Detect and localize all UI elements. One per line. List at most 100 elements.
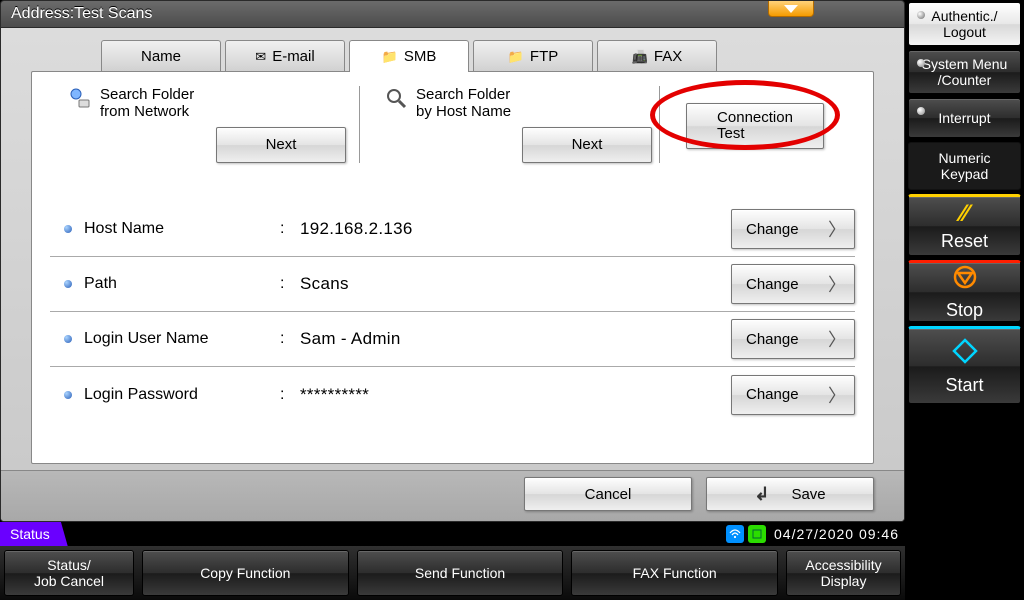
connection-test-button[interactable]: Connection Test bbox=[686, 103, 824, 149]
colon: : bbox=[280, 330, 300, 348]
tab-name[interactable]: Name bbox=[101, 40, 221, 72]
cancel-button[interactable]: Cancel bbox=[524, 477, 692, 511]
right-sidebar: Authentic./ Logout System Menu /Counter … bbox=[905, 0, 1024, 600]
start-icon bbox=[951, 337, 979, 372]
button-label: Change bbox=[746, 276, 799, 293]
chevron-right-icon: 〉 bbox=[828, 382, 846, 408]
search-network-next-button[interactable]: Next bbox=[216, 127, 346, 163]
system-menu-button[interactable]: System Menu /Counter bbox=[908, 50, 1021, 94]
status-bar: Status 04/27/2020 09:46 bbox=[0, 522, 905, 546]
search-by-host: Search Folder by Host Name Next bbox=[360, 86, 660, 163]
button-label: Interrupt bbox=[938, 110, 990, 126]
field-login-user: Login User Name : Sam - Admin Change〉 bbox=[50, 312, 855, 367]
chevron-right-icon: 〉 bbox=[828, 216, 846, 242]
start-button[interactable]: Start bbox=[908, 326, 1021, 404]
bullet-icon bbox=[64, 391, 72, 399]
field-label: Path bbox=[84, 275, 280, 293]
tab-email[interactable]: ✉ E-mail bbox=[225, 40, 345, 72]
auth-logout-button[interactable]: Authentic./ Logout bbox=[908, 2, 1021, 46]
button-label: Change bbox=[746, 221, 799, 238]
tab-fax[interactable]: 📠 FAX bbox=[597, 40, 717, 72]
field-value: Sam - Admin bbox=[300, 329, 731, 349]
search-host-next-button[interactable]: Next bbox=[522, 127, 652, 163]
tab-label: FTP bbox=[530, 48, 558, 65]
tab-label: FAX bbox=[654, 48, 682, 65]
button-label: Start bbox=[945, 375, 983, 396]
bullet-icon bbox=[64, 335, 72, 343]
search-network-label: Search Folder from Network bbox=[100, 86, 194, 121]
search-host-label: Search Folder by Host Name bbox=[416, 86, 511, 121]
accessibility-button[interactable]: Accessibility Display bbox=[786, 550, 901, 596]
return-icon: ↲ bbox=[754, 484, 769, 505]
copy-function-button[interactable]: Copy Function bbox=[142, 550, 349, 596]
connection-test-block: Connection Test bbox=[660, 86, 824, 166]
status-datetime: 04/27/2020 09:46 bbox=[774, 526, 899, 542]
dropdown-handle[interactable] bbox=[768, 1, 814, 17]
led-icon bbox=[917, 59, 925, 67]
status-job-cancel-button[interactable]: Status/ Job Cancel bbox=[4, 550, 134, 596]
search-from-network: Search Folder from Network Next bbox=[50, 86, 360, 163]
button-label: Status/ Job Cancel bbox=[34, 557, 104, 589]
stop-icon bbox=[952, 264, 978, 297]
send-function-button[interactable]: Send Function bbox=[357, 550, 564, 596]
button-label: Send Function bbox=[415, 565, 505, 581]
field-label: Login Password bbox=[84, 386, 280, 404]
tab-ftp[interactable]: 📁FTP bbox=[473, 40, 593, 72]
button-label: Next bbox=[266, 136, 297, 153]
button-label: Connection Test bbox=[717, 110, 793, 143]
chevron-down-icon bbox=[784, 5, 798, 13]
status-tag[interactable]: Status bbox=[0, 522, 68, 546]
field-value: 192.168.2.136 bbox=[300, 219, 731, 239]
mail-icon: ✉ bbox=[255, 49, 266, 65]
memory-icon bbox=[748, 525, 766, 543]
tab-label: SMB bbox=[404, 48, 437, 65]
field-value: ********** bbox=[300, 385, 731, 405]
titlebar: Address:Test Scans bbox=[0, 0, 905, 28]
colon: : bbox=[280, 220, 300, 238]
stop-button[interactable]: Stop bbox=[908, 260, 1021, 322]
button-label: Change bbox=[746, 386, 799, 403]
field-list: Host Name : 192.168.2.136 Change 〉 Path :… bbox=[50, 202, 855, 422]
button-label: Numeric Keypad bbox=[938, 150, 990, 182]
chevron-right-icon: 〉 bbox=[828, 271, 846, 297]
folder-icon: 📁 bbox=[382, 49, 398, 65]
save-button[interactable]: ↲Save bbox=[706, 477, 874, 511]
footer-buttons: Cancel ↲Save bbox=[1, 470, 904, 521]
search-icon bbox=[384, 86, 408, 110]
wifi-icon bbox=[726, 525, 744, 543]
colon: : bbox=[280, 275, 300, 293]
bullet-icon bbox=[64, 225, 72, 233]
led-icon bbox=[917, 11, 925, 19]
tab-smb[interactable]: 📁 SMB bbox=[349, 40, 469, 72]
function-bar: Status/ Job Cancel Copy Function Send Fu… bbox=[0, 546, 905, 600]
interrupt-button[interactable]: Interrupt bbox=[908, 98, 1021, 138]
button-label: Change bbox=[746, 331, 799, 348]
numeric-keypad-button[interactable]: Numeric Keypad bbox=[908, 142, 1021, 190]
smb-content: Search Folder from Network Next Search F… bbox=[31, 71, 874, 464]
titlebar-text: Address:Test Scans bbox=[11, 5, 152, 23]
change-user-button[interactable]: Change 〉 bbox=[731, 319, 855, 359]
network-icon bbox=[68, 86, 92, 110]
button-label: System Menu /Counter bbox=[922, 56, 1008, 88]
address-book-panel: Name ✉ E-mail 📁 SMB 📁FTP 📠 FAX Search Folde… bbox=[0, 28, 905, 522]
reset-icon: ⁄⁄ bbox=[960, 200, 968, 228]
field-label: Host Name bbox=[84, 220, 280, 238]
fax-function-button[interactable]: FAX Function bbox=[571, 550, 778, 596]
field-host-name: Host Name : 192.168.2.136 Change 〉 bbox=[50, 202, 855, 257]
field-login-password: Login Password : ********** Change 〉 bbox=[50, 367, 855, 422]
colon: : bbox=[280, 386, 300, 404]
led-icon bbox=[917, 107, 925, 115]
button-label: Reset bbox=[941, 231, 988, 252]
bullet-icon bbox=[64, 280, 72, 288]
change-host-button[interactable]: Change 〉 bbox=[731, 209, 855, 249]
button-label: FAX Function bbox=[633, 565, 717, 581]
reset-button[interactable]: ⁄⁄ Reset bbox=[908, 194, 1021, 256]
field-path: Path : Scans Change 〉 bbox=[50, 257, 855, 312]
fax-icon: 📠 bbox=[632, 49, 648, 65]
change-path-button[interactable]: Change 〉 bbox=[731, 264, 855, 304]
status-label: Status bbox=[10, 526, 50, 542]
field-value: Scans bbox=[300, 274, 731, 294]
tab-label: E-mail bbox=[272, 48, 315, 65]
chevron-right-icon: 〉 bbox=[828, 326, 846, 352]
change-password-button[interactable]: Change 〉 bbox=[731, 375, 855, 415]
